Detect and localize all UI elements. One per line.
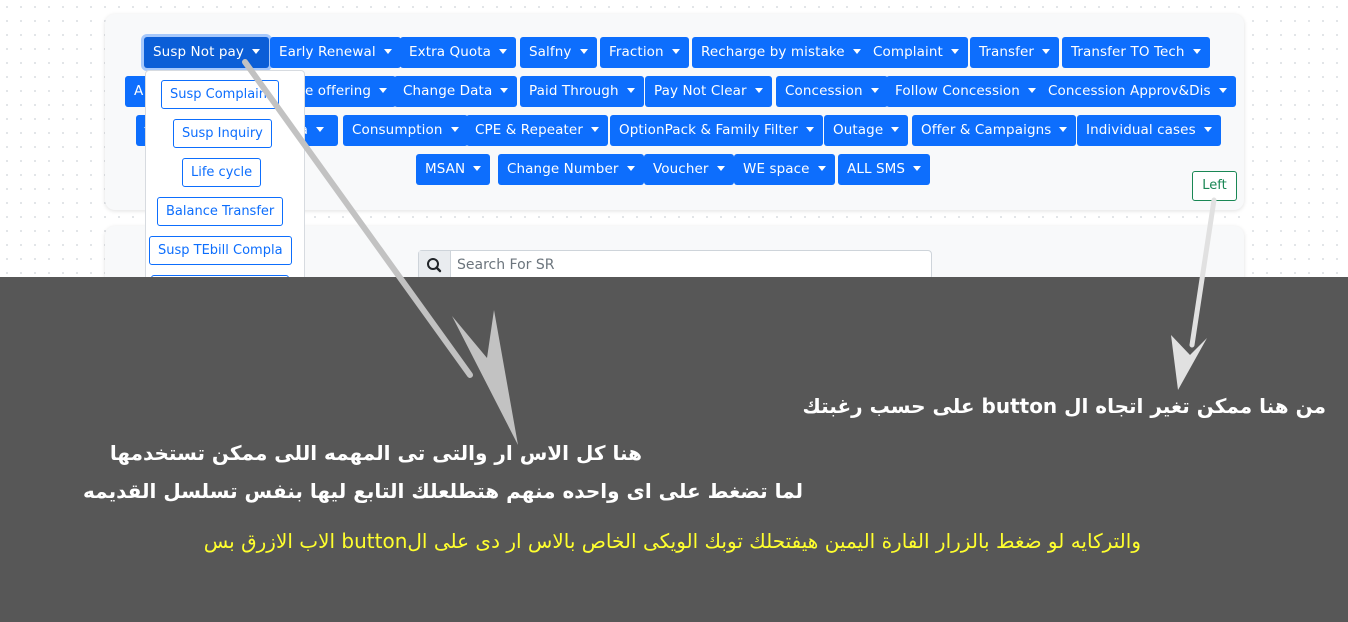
sr-button-pay-not-clear[interactable]: Pay Not Clear xyxy=(645,76,772,107)
dropdown-item-balance-transfer[interactable]: Balance Transfer xyxy=(157,197,284,226)
dropdown-item-life-cycle[interactable]: Life cycle xyxy=(182,158,262,187)
sr-button-complaint[interactable]: Complaint xyxy=(864,37,968,68)
dropdown-item-susp-inquiry[interactable]: Susp Inquiry xyxy=(173,119,272,148)
sr-button-salfny[interactable]: Salfny xyxy=(520,37,597,68)
sr-button-early-renewal[interactable]: Early Renewal xyxy=(270,37,401,68)
sr-button-individual-cases[interactable]: Individual cases xyxy=(1077,115,1221,146)
sr-button-fraction[interactable]: Fraction xyxy=(600,37,689,68)
annotation-sr-note-line2: لما تضغط على اى واحده منهم هتطلعلك التاب… xyxy=(83,479,803,503)
dropdown-item-susp-tebill-compla[interactable]: Susp TEbill Compla xyxy=(149,236,292,265)
susp-not-pay-dropdown-menu: Susp Complain Susp Inquiry Life cycle Ba… xyxy=(145,70,305,304)
sr-button-concession[interactable]: Concession xyxy=(776,76,888,107)
sr-button-follow-concession[interactable]: Follow Concession xyxy=(886,76,1045,107)
sr-button-extra-quota[interactable]: Extra Quota xyxy=(400,37,517,68)
sr-button-change-data[interactable]: Change Data xyxy=(394,76,518,107)
annotation-sr-note-line1: هنا كل الاس ار والتى تى المهمه اللى ممكن… xyxy=(109,441,642,465)
search-input[interactable] xyxy=(452,251,932,279)
sr-button-offering[interactable]: e offering xyxy=(296,76,397,107)
sr-button-cpe-repeater[interactable]: CPE & Repeater xyxy=(466,115,608,146)
sr-button-all-sms[interactable]: ALL SMS xyxy=(838,154,931,185)
sr-button-susp-not-pay[interactable]: Susp Not pay xyxy=(144,37,269,68)
sr-button-transfer-to-tech[interactable]: Transfer TO Tech xyxy=(1062,37,1210,68)
sr-button-optionpack-family-filter[interactable]: OptionPack & Family Filter xyxy=(610,115,823,146)
sr-button-change-number[interactable]: Change Number xyxy=(498,154,644,185)
sr-button-concession-approv-dis[interactable]: Concession Approv&Dis xyxy=(1039,76,1236,107)
sr-button-transfer[interactable]: Transfer xyxy=(970,37,1060,68)
annotation-wiki-note: والتركايه لو ضغط بالزرار الفارة اليمين ه… xyxy=(203,529,1141,553)
sr-button-recharge-by-mistake[interactable]: Recharge by mistake xyxy=(692,37,870,68)
search-icon xyxy=(419,251,451,279)
sr-button-voucher[interactable]: Voucher xyxy=(644,154,734,185)
sr-button-paid-through[interactable]: Paid Through xyxy=(520,76,644,107)
sr-button-msan[interactable]: MSAN xyxy=(416,154,491,185)
sr-button-outage[interactable]: Outage xyxy=(824,115,909,146)
annotation-direction-note: من هنا ممكن تغير اتجاه ال button على حسب… xyxy=(802,394,1327,418)
sr-button-we-space[interactable]: WE space xyxy=(734,154,835,185)
sr-search-box xyxy=(418,250,932,280)
sr-button-offer-campaigns[interactable]: Offer & Campaigns xyxy=(912,115,1077,146)
direction-toggle-button[interactable]: Left xyxy=(1192,171,1237,201)
dropdown-item-susp-complain[interactable]: Susp Complain xyxy=(161,80,279,109)
sr-button-consumption[interactable]: Consumption xyxy=(343,115,468,146)
